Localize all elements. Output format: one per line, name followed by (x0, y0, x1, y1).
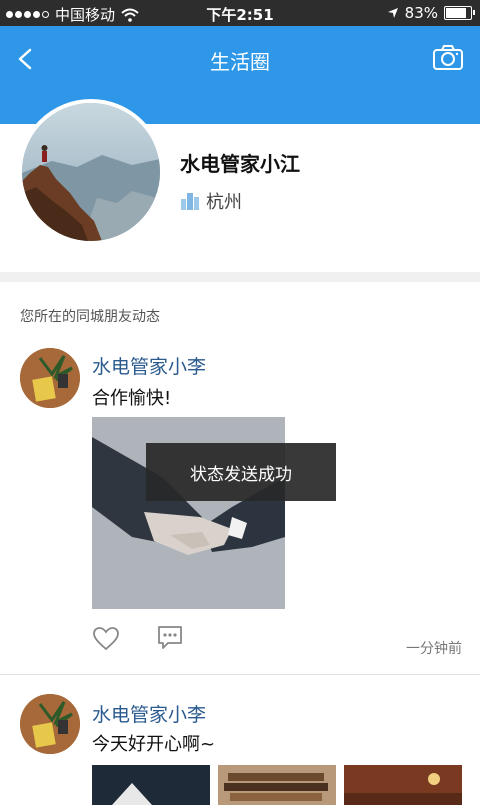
post-thumbnail[interactable] (92, 765, 210, 805)
post-timestamp: 一分钟前 (406, 641, 462, 657)
post-thumbnail[interactable] (344, 765, 462, 805)
status-right: 83% (387, 4, 475, 22)
battery-icon (444, 6, 475, 20)
location-arrow-icon (387, 8, 398, 18)
page-title: 生活圈 (210, 50, 270, 74)
battery-fill (446, 8, 466, 18)
toast-message: 状态发送成功 (146, 443, 336, 501)
post-author-avatar[interactable] (20, 348, 80, 408)
heart-icon[interactable] (92, 625, 120, 653)
profile-name: 水电管家小江 (180, 152, 300, 176)
post-text: 合作愉快! (92, 388, 172, 409)
post-text: 今天好开心啊~ (92, 734, 216, 755)
post-author-name[interactable]: 水电管家小李 (92, 700, 206, 727)
city-building-icon (181, 193, 199, 210)
post-author-name[interactable]: 水电管家小李 (92, 352, 206, 379)
location-label: 杭州 (206, 192, 242, 213)
profile-avatar[interactable] (18, 99, 164, 245)
post-divider (0, 674, 480, 675)
profile-location: 杭州 (180, 188, 242, 214)
section-divider (0, 272, 480, 282)
status-bar: 中国移动 下午2:51 83% (0, 0, 480, 26)
post-thumbnail[interactable] (218, 765, 336, 805)
section-title: 您所在的同城朋友动态 (20, 309, 160, 325)
camera-icon[interactable] (432, 42, 464, 72)
post-author-avatar[interactable] (20, 694, 80, 754)
battery-percent: 83% (404, 4, 438, 22)
nav-bar: 生活圈 (0, 26, 480, 92)
comment-icon[interactable] (156, 624, 184, 652)
